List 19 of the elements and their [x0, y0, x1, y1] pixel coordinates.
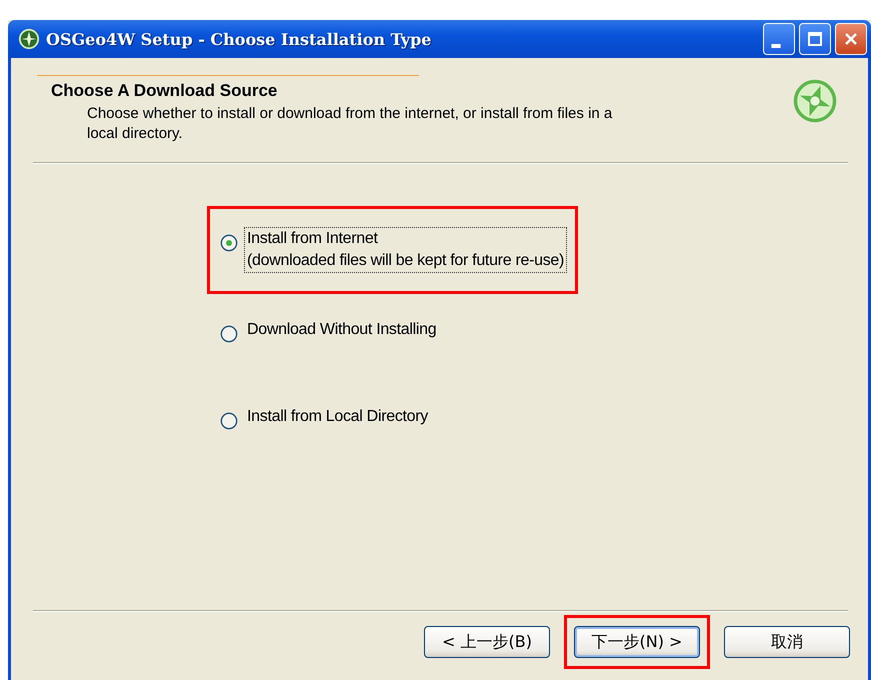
- dialog-button[interactable]: 取消: [724, 626, 850, 658]
- dialog-button[interactable]: < 上一步(B): [424, 626, 550, 658]
- minimize-icon: [771, 44, 781, 48]
- minimize-button[interactable]: [763, 23, 795, 55]
- logo-icon: [792, 78, 838, 124]
- maximize-icon: [805, 29, 825, 49]
- radio-button[interactable]: [220, 412, 238, 430]
- option-label[interactable]: Install from Internet (downloaded files will be kept for future re-use): [244, 227, 568, 273]
- maximize-button[interactable]: [799, 23, 831, 55]
- radio-button[interactable]: [220, 325, 238, 343]
- page-description: Choose whether to install or download from the internet, or install from files in a local directory.: [87, 104, 614, 144]
- app-logo-icon: [18, 28, 40, 50]
- page-heading: Choose A Download Source: [51, 81, 278, 101]
- close-button[interactable]: [835, 23, 867, 55]
- radio-button[interactable]: [220, 234, 238, 252]
- dialog-button[interactable]: 下一步(N) >: [574, 626, 700, 658]
- window-title: OSGeo4W Setup - Choose Installation Type: [46, 30, 432, 48]
- option-label[interactable]: Install from Local Directory: [244, 405, 431, 429]
- option-label[interactable]: Download Without Installing: [244, 318, 440, 342]
